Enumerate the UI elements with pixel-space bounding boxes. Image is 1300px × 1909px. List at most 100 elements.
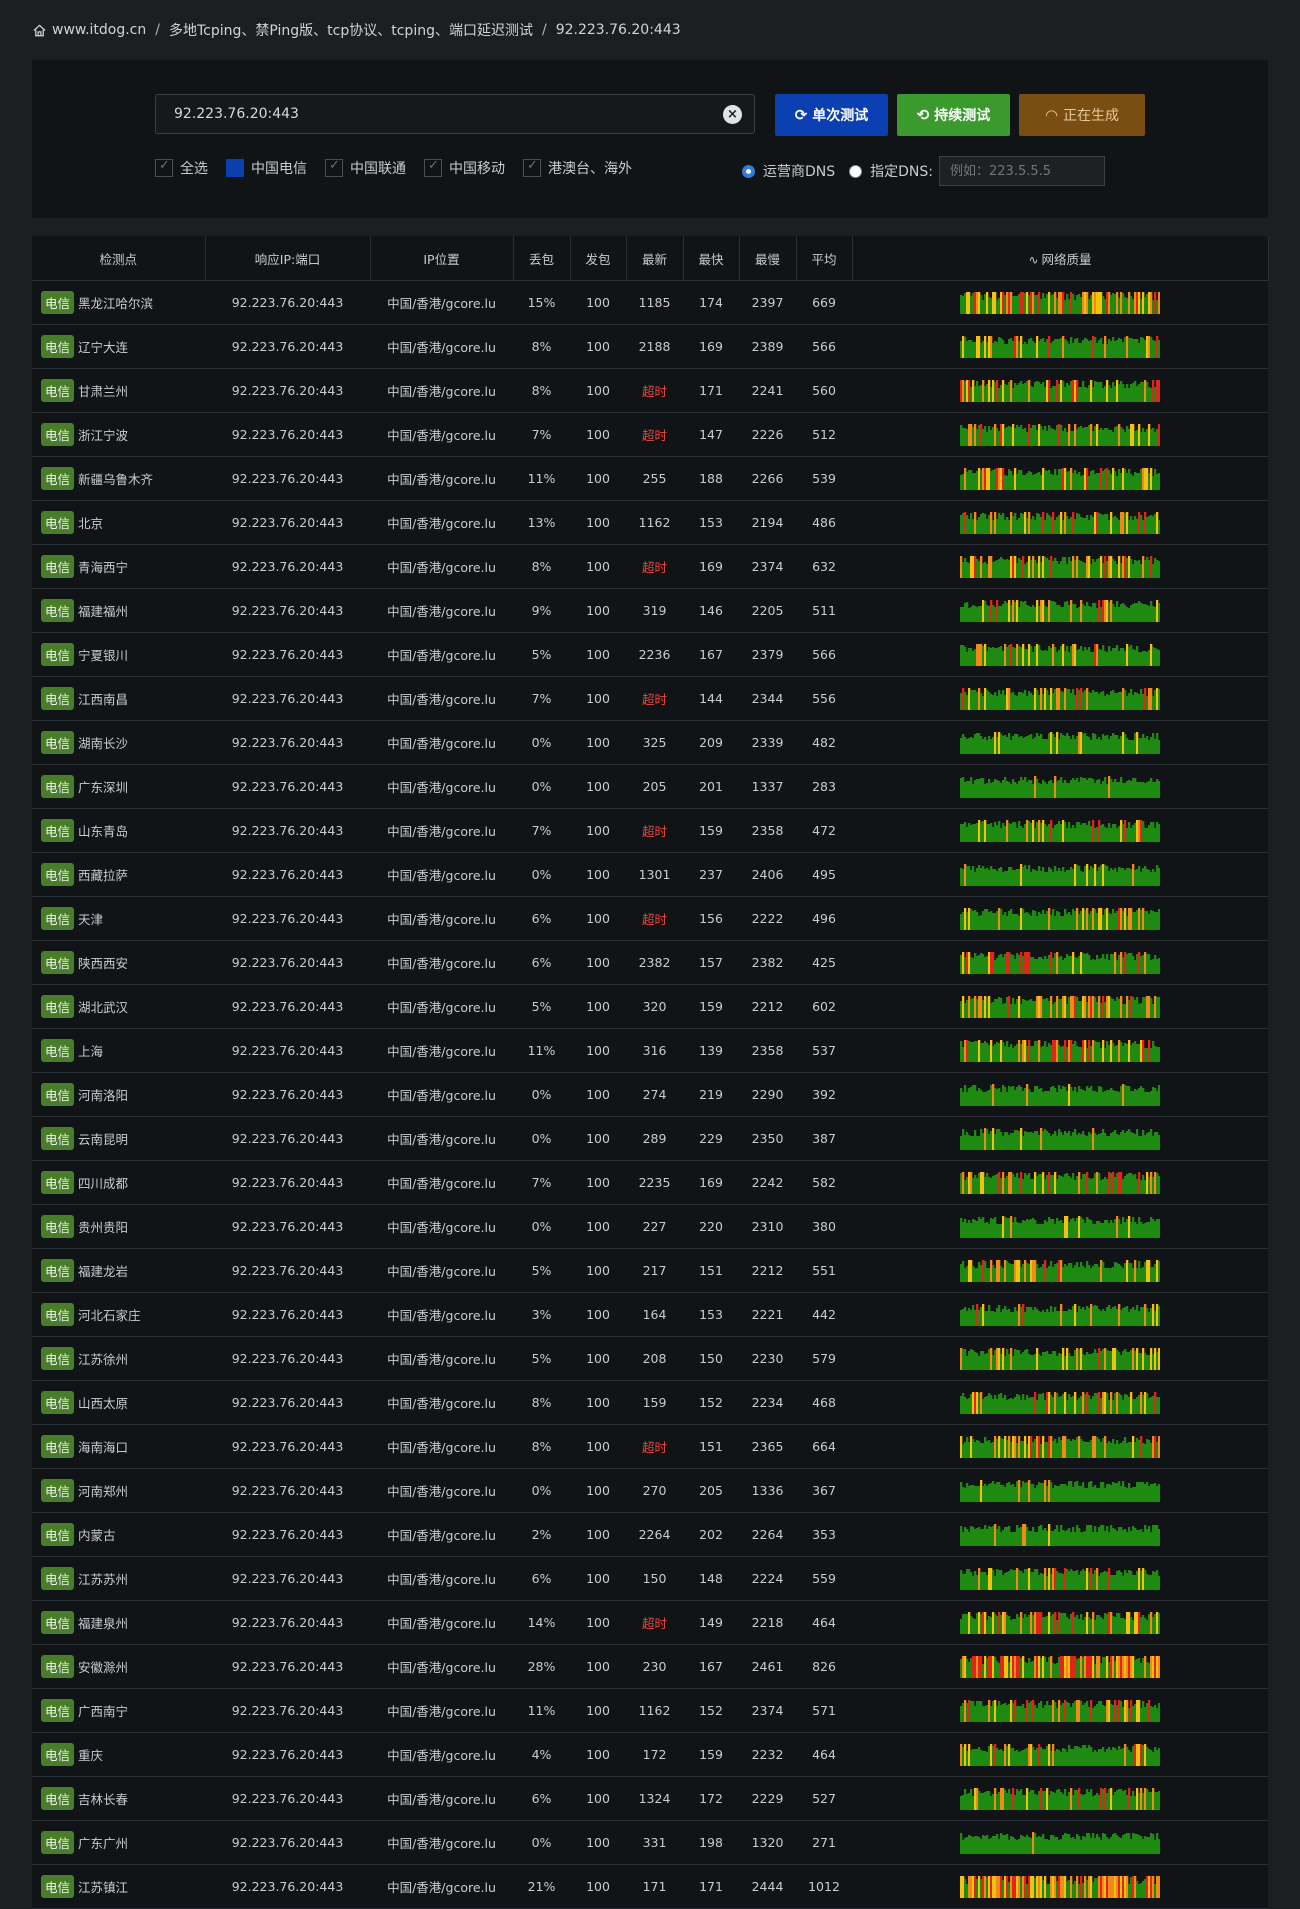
- quality-sample: [1124, 1699, 1127, 1722]
- quality-sample: [1046, 1441, 1049, 1458]
- cell-avg: 602: [796, 984, 852, 1029]
- quality-sample: [1050, 731, 1053, 754]
- col-max[interactable]: 最慢: [739, 236, 797, 281]
- checkbox[interactable]: [523, 158, 541, 177]
- col-ip[interactable]: 响应IP:端口: [205, 236, 371, 281]
- quality-sample: [1124, 1569, 1127, 1590]
- cell-avg: 482: [796, 720, 852, 765]
- col-loss[interactable]: 丢包: [513, 236, 571, 281]
- checkbox[interactable]: [325, 158, 343, 177]
- quality-sample: [1066, 1347, 1069, 1370]
- quality-sample: [982, 512, 985, 534]
- quality-sample: [1090, 692, 1093, 710]
- quality-sample: [1136, 560, 1139, 578]
- quality-sample: [1120, 1442, 1123, 1458]
- quality-sample: [1026, 1045, 1029, 1062]
- home-icon[interactable]: [32, 23, 47, 38]
- col-node[interactable]: 检测点: [32, 236, 206, 281]
- quality-sample: [972, 783, 975, 798]
- col-last[interactable]: 最新: [626, 236, 684, 281]
- single-test-button[interactable]: ⟳ 单次测试: [775, 94, 888, 136]
- quality-sample: [1006, 558, 1009, 578]
- quality-sample: [1142, 603, 1145, 622]
- generating-button[interactable]: ◠ 正在生成: [1019, 94, 1145, 136]
- quality-sample: [1114, 951, 1117, 974]
- quality-sample: [984, 1750, 987, 1766]
- quality-sample: [970, 1749, 973, 1766]
- custom-dns-input[interactable]: [939, 156, 1105, 186]
- quality-sample: [1004, 383, 1007, 402]
- quality-sample: [1030, 291, 1033, 314]
- filter-china-mobile[interactable]: 中国移动: [424, 158, 505, 178]
- continuous-test-button[interactable]: ⟲ 持续测试: [897, 94, 1010, 136]
- filter-select-all[interactable]: 全选: [155, 158, 208, 178]
- quality-sample: [1092, 778, 1095, 798]
- quality-sample: [1046, 738, 1049, 754]
- quality-sample: [1136, 1658, 1139, 1678]
- checkbox[interactable]: [226, 159, 244, 177]
- quality-sample: [1106, 291, 1109, 314]
- quality-sample: [1092, 732, 1095, 754]
- quality-sample: [1110, 1574, 1113, 1590]
- quality-sample: [1144, 296, 1147, 314]
- quality-sample: [1044, 1656, 1047, 1678]
- isp-dns-radio[interactable]: [742, 164, 755, 178]
- quality-sample: [982, 1442, 985, 1458]
- quality-sample: [972, 1617, 975, 1634]
- checkbox[interactable]: [155, 158, 173, 177]
- quality-sample: [1000, 1265, 1003, 1282]
- quality-sample: [1126, 1572, 1129, 1590]
- filter-china-unicom[interactable]: 中国联通: [325, 158, 406, 178]
- quality-sample: [998, 1662, 1001, 1678]
- node-name: 重庆: [78, 1748, 104, 1763]
- checkbox[interactable]: [424, 158, 442, 177]
- quality-sample: [1044, 687, 1047, 710]
- quality-sample: [1100, 1222, 1103, 1238]
- quality-sample: [1028, 1836, 1031, 1854]
- col-location[interactable]: IP位置: [370, 236, 514, 281]
- filter-overseas[interactable]: 港澳台、海外: [523, 158, 632, 178]
- quality-sample: [1120, 338, 1123, 358]
- quality-sample: [986, 604, 989, 622]
- quality-sample: [1016, 562, 1019, 578]
- breadcrumb-site[interactable]: www.itdog.cn: [52, 22, 146, 38]
- quality-sample: [980, 995, 983, 1018]
- quality-sample: [984, 908, 987, 930]
- col-quality[interactable]: ∿ 网络质量: [852, 236, 1269, 281]
- quality-sample: [994, 1087, 997, 1106]
- breadcrumb-page[interactable]: 多地Tcping、禁Ping版、tcp协议、tcping、端口延迟测试: [169, 20, 533, 40]
- custom-dns-radio[interactable]: [849, 164, 863, 178]
- quality-sample: [1044, 425, 1047, 446]
- col-sent[interactable]: 发包: [570, 236, 627, 281]
- quality-sample: [990, 1347, 993, 1370]
- quality-sample: [1132, 475, 1135, 490]
- quality-sample: [980, 423, 983, 446]
- quality-sample: [1090, 1655, 1093, 1678]
- quality-sample: [1066, 732, 1069, 754]
- clear-icon[interactable]: ×: [723, 105, 742, 124]
- quality-sample: [1150, 777, 1153, 798]
- quality-sample: [1054, 519, 1057, 534]
- quality-sample: [1102, 1875, 1105, 1898]
- host-input[interactable]: [174, 95, 714, 133]
- quality-sample: [1136, 472, 1139, 490]
- quality-sample: [1116, 1749, 1119, 1766]
- filter-china-telecom[interactable]: 中国电信: [226, 158, 307, 178]
- cell-sent: 100: [570, 500, 626, 545]
- quality-sample: [1064, 1391, 1067, 1414]
- col-avg[interactable]: 平均: [796, 236, 853, 281]
- quality-sample: [1114, 1832, 1117, 1854]
- quality-sample: [1068, 423, 1071, 446]
- quality-sample: [1058, 291, 1061, 314]
- quality-sample: [994, 468, 997, 490]
- quality-sample: [1068, 1480, 1071, 1502]
- node-name: 贵州贵阳: [78, 1220, 129, 1235]
- col-min[interactable]: 最快: [683, 236, 740, 281]
- quality-sample: [1026, 1616, 1029, 1634]
- quality-sample: [996, 1615, 999, 1634]
- quality-sample: [984, 956, 987, 974]
- quality-sample: [1116, 600, 1119, 622]
- quality-sample: [1080, 1570, 1083, 1590]
- quality-sample: [1006, 687, 1009, 710]
- table-row: 电信 北京 92.223.76.20:443 中国/香港/gcore.lu 13% 100…: [32, 500, 1268, 545]
